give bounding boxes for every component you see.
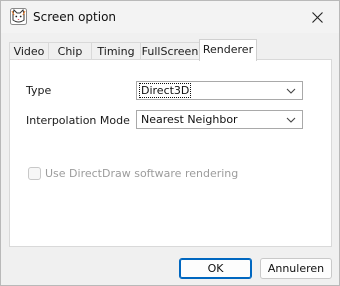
dialog-window: Screen option Video Chip Timing FullScre… xyxy=(0,0,340,286)
directdraw-checkbox[interactable] xyxy=(28,167,41,180)
tab-fullscreen[interactable]: FullScreen xyxy=(140,42,200,60)
close-icon xyxy=(311,11,323,23)
tab-renderer[interactable]: Renderer xyxy=(199,39,257,61)
tab-timing[interactable]: Timing xyxy=(91,42,141,60)
directdraw-label: Use DirectDraw software rendering xyxy=(45,167,239,180)
type-select[interactable]: Direct3D xyxy=(136,81,303,100)
close-button[interactable] xyxy=(295,1,339,33)
title-bar: Screen option xyxy=(1,1,339,33)
renderer-panel: Type Direct3D Interpolation Mode Nearest… xyxy=(9,59,332,247)
cancel-button[interactable]: Annuleren xyxy=(260,258,332,279)
interpolation-mode-label: Interpolation Mode xyxy=(26,114,130,127)
ok-button[interactable]: OK xyxy=(179,258,252,279)
chevron-down-icon xyxy=(286,88,296,94)
chevron-down-icon xyxy=(286,117,296,123)
interpolation-mode-value: Nearest Neighbor xyxy=(141,113,238,126)
type-select-value: Direct3D xyxy=(139,83,192,98)
tab-chip[interactable]: Chip xyxy=(48,42,92,60)
type-label: Type xyxy=(26,84,52,97)
interpolation-mode-select[interactable]: Nearest Neighbor xyxy=(136,110,303,129)
tab-video[interactable]: Video xyxy=(9,42,49,60)
cat-app-icon xyxy=(10,8,27,25)
window-title: Screen option xyxy=(33,10,117,24)
